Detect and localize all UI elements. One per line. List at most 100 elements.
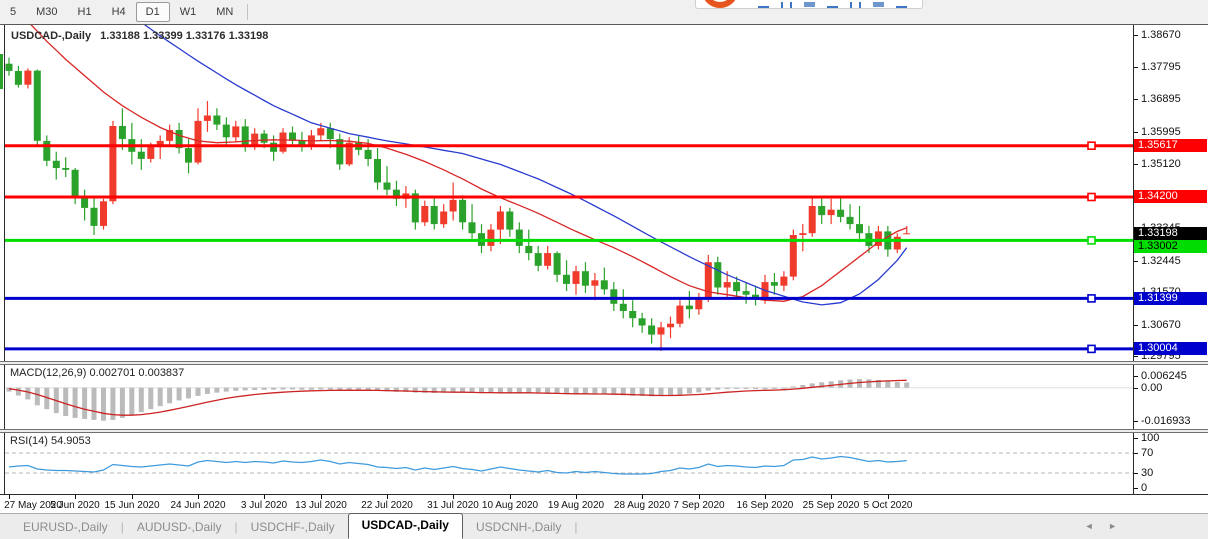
tab-usdchf[interactable]: USDCHF-,Daily: [238, 516, 348, 538]
mt4-terminal: 5M30H1H4D1W1MN USDCAD-,Daily 1.33188 1.3…: [0, 0, 1208, 539]
tab-audusd[interactable]: AUDUSD-,Daily: [124, 516, 235, 538]
chart-tabs-bar: EURUSD-,Daily|AUDUSD-,Daily|USDCHF-,Dail…: [0, 513, 1208, 539]
date-tickmark: [264, 495, 265, 499]
date-axis-line: [0, 494, 1208, 495]
chart-tabs: EURUSD-,Daily|AUDUSD-,Daily|USDCHF-,Dail…: [10, 514, 577, 539]
rsi-tickmark: [1134, 473, 1138, 474]
price-tickmark: [1134, 356, 1138, 357]
macd-tick: -0.016933: [1141, 415, 1191, 427]
timeframe-button-h1[interactable]: H1: [68, 2, 102, 22]
date-label: 10 Aug 2020: [475, 500, 545, 511]
price-tick: 1.32445: [1141, 255, 1181, 267]
date-label: 13 Jul 2020: [286, 500, 356, 511]
toolbar-separator: [247, 4, 248, 20]
icon-fragment-6-icon[interactable]: [873, 2, 884, 7]
rsi-tickmark: [1134, 453, 1138, 454]
rsi-tickmark: [1134, 438, 1138, 439]
rsi-tick: 100: [1141, 432, 1159, 444]
rsi-plot[interactable]: [5, 433, 1133, 494]
date-tickmark: [321, 495, 322, 499]
rsi-tick: 0: [1141, 482, 1147, 494]
timeframe-button-mn[interactable]: MN: [206, 2, 243, 22]
macd-tick: 0.006245: [1141, 370, 1187, 382]
macd-tickmark: [1134, 376, 1138, 377]
date-tickmark: [453, 495, 454, 499]
timeframe-button-5[interactable]: 5: [0, 2, 26, 22]
date-axis[interactable]: 27 May 20205 Jun 202015 Jun 202024 Jun 2…: [0, 494, 1208, 513]
price-tick: 1.30670: [1141, 319, 1181, 331]
panel-splitter-macd[interactable]: [0, 361, 1208, 365]
date-tickmark: [765, 495, 766, 499]
price-tickmark: [1134, 261, 1138, 262]
price-scale[interactable]: 1.386701.377951.368951.359951.351201.333…: [1133, 24, 1208, 494]
price-tick: 1.38670: [1141, 29, 1181, 41]
timeframe-button-w1[interactable]: W1: [170, 2, 207, 22]
symbol-period-label: USDCAD-,Daily: [11, 30, 91, 42]
icon-fragment-2-icon[interactable]: [781, 2, 792, 8]
price-tick: 1.37795: [1141, 61, 1181, 73]
price-chart-plot[interactable]: [5, 25, 1133, 361]
date-label: 15 Jun 2020: [97, 500, 167, 511]
price-tick: 1.35995: [1141, 126, 1181, 138]
price-tickmark: [1134, 99, 1138, 100]
rsi-tick: 30: [1141, 467, 1153, 479]
tab-separator: |: [574, 520, 577, 534]
timeframe-button-h4[interactable]: H4: [102, 2, 136, 22]
timeframe-button-m30[interactable]: M30: [26, 2, 67, 22]
tab-usdcnh[interactable]: USDCNH-,Daily: [463, 516, 574, 538]
date-label: 19 Aug 2020: [541, 500, 611, 511]
price-tickmark: [1134, 325, 1138, 326]
price-tickmark: [1134, 164, 1138, 165]
icon-fragment-1-icon[interactable]: [758, 2, 769, 8]
price-tick: 1.36895: [1141, 93, 1181, 105]
timeframe-toolbar: 5M30H1H4D1W1MN: [0, 0, 1208, 24]
tab-eurusd[interactable]: EURUSD-,Daily: [10, 516, 121, 538]
date-tickmark: [75, 495, 76, 499]
date-label: 24 Jun 2020: [163, 500, 233, 511]
rsi-tickmark: [1134, 488, 1138, 489]
date-label: 7 Sep 2020: [664, 500, 734, 511]
tab-nav: ◄ ►: [1085, 521, 1123, 531]
clipped-top-toolbar: [695, 0, 923, 9]
date-tickmark: [642, 495, 643, 499]
timeframe-button-d1[interactable]: D1: [136, 2, 170, 22]
chart-window[interactable]: USDCAD-,Daily 1.33188 1.33399 1.33176 1.…: [0, 24, 1208, 513]
macd-tickmark: [1134, 421, 1138, 422]
date-label: 16 Sep 2020: [730, 500, 800, 511]
date-tickmark: [132, 495, 133, 499]
rsi-label: RSI(14) 54.9053: [10, 435, 91, 447]
icon-fragment-7-icon[interactable]: [896, 2, 907, 8]
date-label: 5 Oct 2020: [853, 500, 923, 511]
macd-tickmark: [1134, 388, 1138, 389]
current-price-badge: 1.33198: [1134, 227, 1207, 240]
date-tickmark: [510, 495, 511, 499]
broker-logo-icon: [702, 0, 738, 8]
timeframe-buttons: 5M30H1H4D1W1MN: [0, 0, 252, 24]
icon-fragment-5-icon[interactable]: [850, 2, 861, 8]
price-tickmark: [1134, 35, 1138, 36]
level-price-badge: 1.34200: [1134, 190, 1207, 203]
icon-fragment-3-icon[interactable]: [804, 2, 815, 7]
tabs-scroll-left-icon[interactable]: ◄: [1085, 521, 1100, 531]
clipped-candle-fragment: [0, 54, 3, 89]
level-price-badge: 1.30004: [1134, 342, 1207, 355]
panel-splitter-rsi[interactable]: [0, 429, 1208, 433]
chart-title: USDCAD-,Daily 1.33188 1.33399 1.33176 1.…: [11, 30, 274, 42]
tab-usdcad[interactable]: USDCAD-,Daily: [348, 513, 463, 539]
date-tickmark: [387, 495, 388, 499]
icon-fragment-4-icon[interactable]: [827, 2, 838, 8]
date-label: 22 Jul 2020: [352, 500, 422, 511]
rsi-tick: 70: [1141, 447, 1153, 459]
date-tickmark: [9, 495, 10, 499]
date-tickmark: [699, 495, 700, 499]
macd-label: MACD(12,26,9) 0.002701 0.003837: [10, 367, 184, 379]
macd-tick: 0.00: [1141, 382, 1162, 394]
level-price-badge: 1.31399: [1134, 292, 1207, 305]
date-tickmark: [576, 495, 577, 499]
level-price-badge: 1.33002: [1134, 240, 1207, 253]
price-tickmark: [1134, 132, 1138, 133]
date-tickmark: [831, 495, 832, 499]
price-tick: 1.35120: [1141, 158, 1181, 170]
date-tickmark: [198, 495, 199, 499]
tabs-scroll-right-icon[interactable]: ►: [1108, 521, 1123, 531]
